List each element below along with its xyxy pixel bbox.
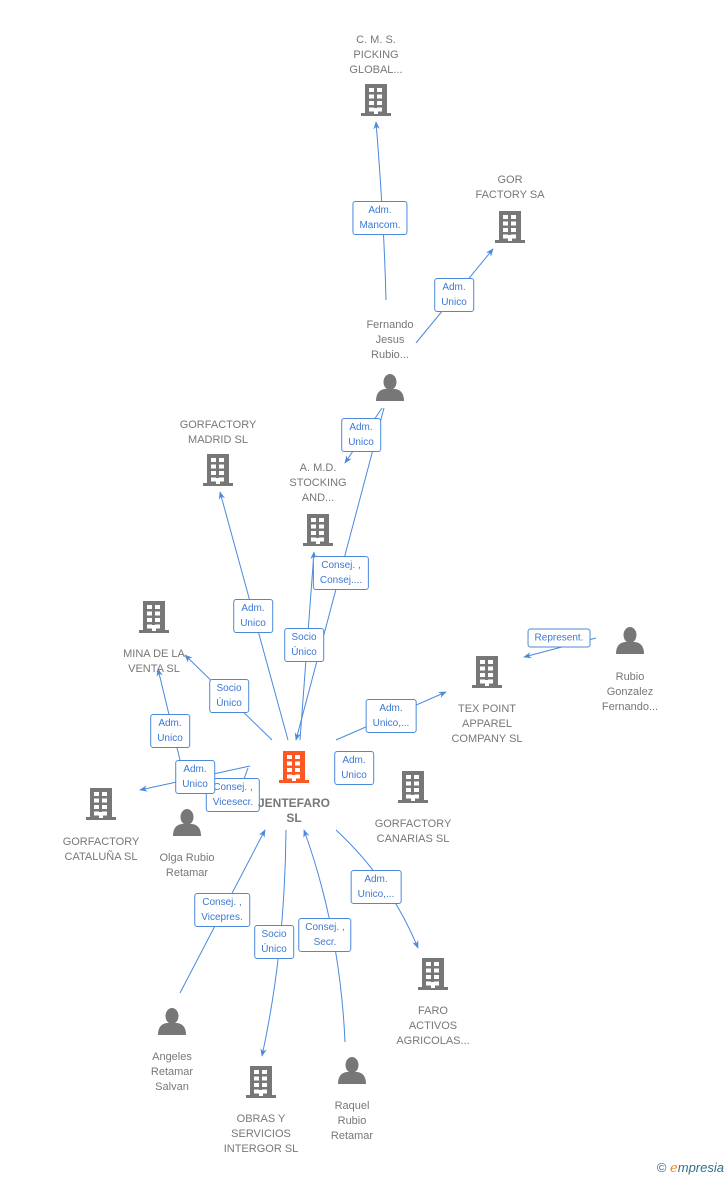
edge-role-label[interactable]: Adm. Mancom. bbox=[352, 201, 408, 235]
edge-role-label[interactable]: Socio Único bbox=[209, 679, 249, 713]
brand-logo: mpresia bbox=[677, 1160, 724, 1175]
node-label[interactable]: C. M. S. PICKING GLOBAL... bbox=[306, 33, 446, 78]
network-graph bbox=[86, 84, 644, 1098]
node-label[interactable]: Fernando Jesus Rubio... bbox=[320, 318, 460, 363]
building-icon[interactable] bbox=[86, 788, 116, 820]
edge-role-label[interactable]: Adm. Unico bbox=[341, 418, 381, 452]
node-label[interactable]: MINA DE LA VENTA SL bbox=[84, 647, 224, 677]
edge-role-label[interactable]: Adm. Unico,... bbox=[350, 870, 402, 904]
node-label[interactable]: TEX POINT APPAREL COMPANY SL bbox=[417, 702, 557, 747]
edge-role-label[interactable]: Represent. bbox=[527, 628, 591, 648]
node-label[interactable]: Angeles Retamar Salvan bbox=[102, 1050, 242, 1095]
person-icon[interactable] bbox=[616, 627, 644, 654]
node-label[interactable]: A. M.D. STOCKING AND... bbox=[248, 461, 388, 506]
edge-role-label[interactable]: Consej. , Vicepres. bbox=[194, 893, 250, 927]
building-icon[interactable] bbox=[139, 601, 169, 633]
person-icon[interactable] bbox=[173, 809, 201, 836]
node-label[interactable]: GOR FACTORY SA bbox=[440, 173, 580, 203]
copyright-symbol: © bbox=[656, 1160, 667, 1175]
node-label[interactable]: Rubio Gonzalez Fernando... bbox=[560, 670, 700, 715]
edge-role-label[interactable]: Adm. Unico bbox=[175, 760, 215, 794]
edge-role-label[interactable]: Adm. Unico bbox=[334, 751, 374, 785]
edge-role-label[interactable]: Consej. , Consej.... bbox=[312, 556, 370, 590]
building-icon[interactable] bbox=[203, 454, 233, 486]
edge-role-label[interactable]: Adm. Unico bbox=[150, 714, 190, 748]
building-icon[interactable] bbox=[303, 514, 333, 546]
node-label[interactable]: GORFACTORY CANARIAS SL bbox=[343, 817, 483, 847]
footer-brand: © empresia bbox=[657, 1160, 724, 1176]
edge-role-label[interactable]: Adm. Unico bbox=[434, 278, 474, 312]
brand-logo-e: e bbox=[670, 1161, 678, 1176]
person-icon[interactable] bbox=[376, 374, 404, 401]
edge-role-label[interactable]: Socio Único bbox=[284, 628, 324, 662]
building-icon[interactable] bbox=[398, 771, 428, 803]
node-label[interactable]: Raquel Rubio Retamar bbox=[282, 1099, 422, 1144]
node-label[interactable]: Olga Rubio Retamar bbox=[117, 851, 257, 881]
edge-role-label[interactable]: Adm. Unico bbox=[233, 599, 273, 633]
building-icon[interactable] bbox=[495, 211, 525, 243]
edge-role-label[interactable]: Adm. Unico,... bbox=[365, 699, 417, 733]
building-icon[interactable] bbox=[246, 1066, 276, 1098]
building-icon[interactable] bbox=[418, 958, 448, 990]
person-icon[interactable] bbox=[338, 1057, 366, 1084]
node-label[interactable]: GORFACTORY MADRID SL bbox=[148, 418, 288, 448]
building-icon[interactable] bbox=[472, 656, 502, 688]
person-icon[interactable] bbox=[158, 1008, 186, 1035]
node-label[interactable]: FARO ACTIVOS AGRICOLAS... bbox=[363, 1004, 503, 1049]
building-icon[interactable] bbox=[279, 751, 309, 783]
edge-role-label[interactable]: Consej. , Secr. bbox=[298, 918, 352, 952]
edge-role-label[interactable]: Socio Único bbox=[254, 925, 294, 959]
building-icon[interactable] bbox=[361, 84, 391, 116]
